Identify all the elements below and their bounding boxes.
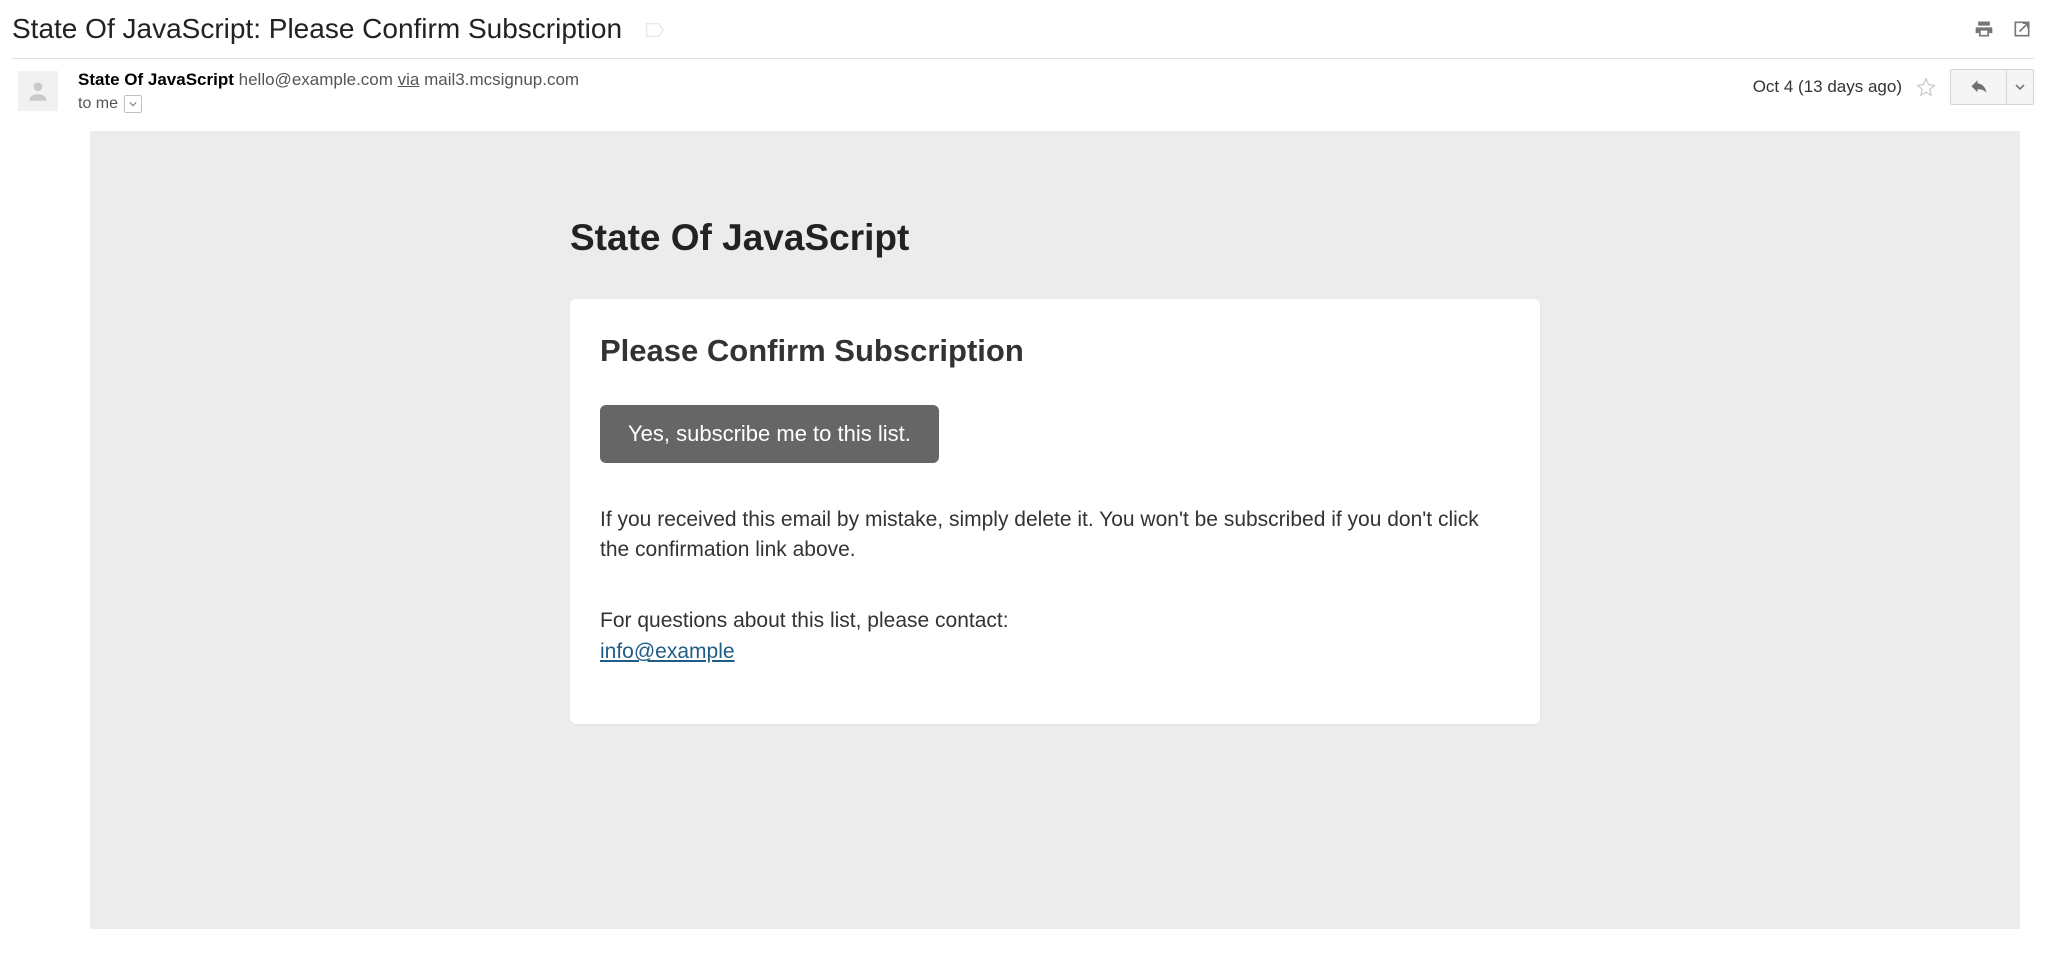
- more-actions-button[interactable]: [2006, 69, 2034, 105]
- brand-heading: State Of JavaScript: [570, 217, 1540, 259]
- email-date: Oct 4 (13 days ago): [1753, 77, 1902, 97]
- email-subject: State Of JavaScript: Please Confirm Subs…: [12, 13, 622, 45]
- reply-button[interactable]: [1950, 69, 2006, 105]
- label-icon[interactable]: [644, 19, 666, 39]
- sender-name[interactable]: State Of JavaScript: [78, 70, 234, 89]
- star-icon[interactable]: [1914, 75, 1938, 99]
- contact-email-link[interactable]: info@example: [600, 640, 735, 664]
- content-card: Please Confirm Subscription Yes, subscri…: [570, 299, 1540, 724]
- from-line: State Of JavaScript hello@example.com vi…: [78, 69, 1753, 91]
- subscribe-button[interactable]: Yes, subscribe me to this list.: [600, 405, 939, 463]
- questions-text: For questions about this list, please co…: [600, 606, 1510, 636]
- sender-avatar[interactable]: [18, 71, 58, 111]
- via-label: via: [398, 70, 420, 89]
- recipient-label: to me: [78, 95, 118, 113]
- open-new-window-icon[interactable]: [2010, 17, 2034, 41]
- card-title: Please Confirm Subscription: [600, 333, 1510, 369]
- via-host: mail3.mcsignup.com: [424, 70, 579, 89]
- show-details-button[interactable]: [124, 95, 142, 113]
- divider: [12, 58, 2034, 59]
- mistake-text: If you received this email by mistake, s…: [600, 505, 1510, 566]
- print-icon[interactable]: [1972, 17, 1996, 41]
- email-body: State Of JavaScript Please Confirm Subsc…: [90, 131, 2020, 929]
- sender-address: hello@example.com: [239, 70, 393, 89]
